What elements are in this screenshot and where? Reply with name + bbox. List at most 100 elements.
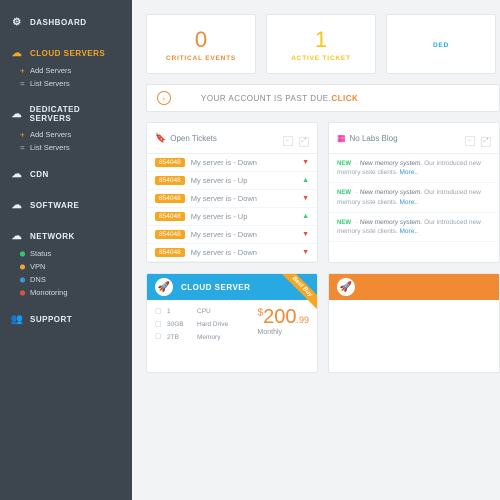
sidebar-item-cdn[interactable]: ☁ CDN xyxy=(0,164,132,185)
rocket-icon: 🚀 xyxy=(337,278,355,296)
ticket-row[interactable]: 854048 My server is - Down ▼ xyxy=(147,154,317,172)
ticket-text: My server is - Down xyxy=(191,194,257,203)
more-link[interactable]: More.. xyxy=(400,169,418,176)
panel-minimize-button[interactable]: − xyxy=(465,136,475,146)
price-cents: .99 xyxy=(296,315,309,325)
stat-label: CRITICAL EVENTS xyxy=(166,55,236,62)
sidebar-item-network[interactable]: ☁NETWORK xyxy=(0,226,132,247)
status-down-icon: ▼ xyxy=(302,159,309,166)
software-icon: ☁ xyxy=(10,200,24,211)
ticket-text: My server is - Down xyxy=(191,230,257,239)
price-period: Monthly xyxy=(258,329,309,336)
stat-label: ACTIVE TICKET xyxy=(291,55,351,62)
sidebar-item-software[interactable]: ☁ SOFTWARE xyxy=(0,195,132,216)
ticket-row[interactable]: 854048 My server is - Up ▲ xyxy=(147,208,317,226)
blog-panel: ▦ No Labs Blog − ⤢ NEW · New memory syste… xyxy=(328,122,500,263)
sidebar-item-label: CDN xyxy=(30,170,49,179)
ticket-text: My server is - Down xyxy=(191,248,257,257)
ticket-row[interactable]: 854048My server is - Down▼ xyxy=(147,226,317,244)
sidebar-sub-vpn[interactable]: VPN xyxy=(0,260,132,273)
spec-row: ▢ 1 CPU xyxy=(155,306,228,319)
ticket-row[interactable]: 854048My server is - Up▲ xyxy=(147,172,317,190)
grid-icon: ▦ xyxy=(337,133,346,144)
panel-title-text: No Labs Blog xyxy=(350,134,398,143)
spec-value: 1 xyxy=(167,306,193,318)
sidebar-sub-monotoring[interactable]: Monotoring xyxy=(0,286,132,299)
product-card[interactable]: 🚀 xyxy=(328,273,500,373)
ticket-row[interactable]: 854048My server is - Down▼ xyxy=(147,190,317,208)
panels-row: 🔖Open Tickets − ⤢ 854048 My server is - D… xyxy=(146,122,500,263)
alert-action[interactable]: CLICK xyxy=(331,94,358,103)
blog-title: New memory system. xyxy=(360,189,422,196)
sidebar-sub-add-servers[interactable]: Add Servers xyxy=(0,128,132,141)
spec-value: 2TB xyxy=(167,332,193,344)
ticket-id-badge: 854048 xyxy=(155,158,185,167)
spec-row: ▢2TBMemory xyxy=(155,331,228,344)
rocket-icon: 🚀 xyxy=(155,278,173,296)
status-down-icon: ▼ xyxy=(302,195,309,202)
panel-header: ▦ No Labs Blog − ⤢ xyxy=(329,123,499,154)
blog-title: New memory system. xyxy=(360,160,422,167)
more-link[interactable]: More.. xyxy=(400,199,418,206)
product-price: $200.99 Monthly xyxy=(258,306,309,344)
sidebar-sub-dns[interactable]: DNS xyxy=(0,273,132,286)
sidebar-sub-status[interactable]: Status xyxy=(0,247,132,260)
sidebar-item-label: SOFTWARE xyxy=(30,201,79,210)
ticket-text: My server is - Down xyxy=(191,158,257,167)
spec-icon: ▢ xyxy=(155,319,163,332)
panel-header: 🔖Open Tickets − ⤢ xyxy=(147,123,317,154)
ticket-row[interactable]: 854048My server is - Down▼ xyxy=(147,244,317,262)
cdn-icon: ☁ xyxy=(10,169,24,180)
ticket-text: My server is - Up xyxy=(191,212,248,221)
spec-row: ▢ 30GB Hard Drive xyxy=(155,319,228,332)
cloud-icon: ☁ xyxy=(10,48,24,59)
more-link[interactable]: More.. xyxy=(400,228,418,235)
stats-row: 0 CRITICAL EVENTS 1 ACTIVE TICKET DED xyxy=(146,14,500,74)
status-up-icon: ▲ xyxy=(302,177,309,184)
status-down-icon: ▼ xyxy=(302,249,309,256)
account-alert[interactable]: › YOUR ACCOUNT IS PAST DUE. CLICK xyxy=(146,84,500,112)
stat-label: DED xyxy=(433,42,449,49)
sidebar-sub-list-servers[interactable]: List Servers xyxy=(0,77,132,90)
new-tag: NEW xyxy=(337,161,351,167)
sidebar-sub-add-servers[interactable]: Add Servers xyxy=(0,64,132,77)
stat-value: 1 xyxy=(315,27,327,53)
alert-text: YOUR ACCOUNT IS PAST DUE. xyxy=(201,94,331,103)
sidebar-item-cloud-servers[interactable]: ☁ CLOUD SERVERS xyxy=(0,43,132,64)
panel-expand-button[interactable]: ⤢ xyxy=(481,137,491,147)
blog-row[interactable]: NEW · New memory system. Our introduced … xyxy=(329,183,499,212)
spec-label: Hard Drive xyxy=(197,319,228,331)
support-icon: 👥 xyxy=(10,314,24,325)
sidebar-item-dashboard[interactable]: ⚙DASHBOARD xyxy=(0,12,132,33)
network-icon: ☁ xyxy=(10,231,24,242)
stat-card[interactable]: 0 CRITICAL EVENTS xyxy=(146,14,256,74)
open-tickets-panel: 🔖Open Tickets − ⤢ 854048 My server is - D… xyxy=(146,122,318,263)
product-row: 🚀 CLOUD SERVER ▢1CPU▢30GBHard Drive▢2TBM… xyxy=(146,273,500,373)
spec-value: 30GB xyxy=(167,319,193,331)
sidebar-item-label: SUPPORT xyxy=(30,315,72,324)
panel-expand-button[interactable]: ⤢ xyxy=(299,137,309,147)
dashboard-icon: ⚙ xyxy=(10,17,24,28)
sidebar-sub-list-servers[interactable]: List Servers xyxy=(0,141,132,154)
sidebar-item-label: DEDICATED SERVERS xyxy=(30,105,122,123)
ticket-text: My server is - Up xyxy=(191,176,248,185)
blog-row[interactable]: NEW · New memory system. Our introduced … xyxy=(329,213,499,242)
blog-row[interactable]: NEW · New memory system. Our introduced … xyxy=(329,154,499,183)
main-content: 0 CRITICAL EVENTS 1 ACTIVE TICKET DED › YOUR… xyxy=(132,0,500,500)
panel-title-text: Open Tickets xyxy=(170,134,217,143)
product-card[interactable]: 🚀 CLOUD SERVER ▢1CPU▢30GBHard Drive▢2TBM… xyxy=(146,273,318,373)
stat-card[interactable]: 1 ACTIVE TICKET xyxy=(266,14,376,74)
ticket-id-badge: 854048 xyxy=(155,212,185,221)
sidebar-item-dedicated-servers[interactable]: ☁ DEDICATED SERVERS xyxy=(0,100,132,128)
product-name: CLOUD SERVER xyxy=(181,283,250,292)
sidebar-item-label: CLOUD SERVERS xyxy=(30,49,105,58)
spec-icon: ▢ xyxy=(155,306,163,319)
status-up-icon: ▲ xyxy=(302,213,309,220)
panel-minimize-button[interactable]: − xyxy=(283,136,293,146)
stat-value: 0 xyxy=(195,27,207,53)
spec-label: CPU xyxy=(197,306,211,318)
spec-label: Memory xyxy=(197,332,220,344)
dedicated-icon: ☁ xyxy=(10,109,24,120)
sidebar-item-support[interactable]: 👥 SUPPORT xyxy=(0,309,132,330)
stat-card[interactable]: DED xyxy=(386,14,496,74)
